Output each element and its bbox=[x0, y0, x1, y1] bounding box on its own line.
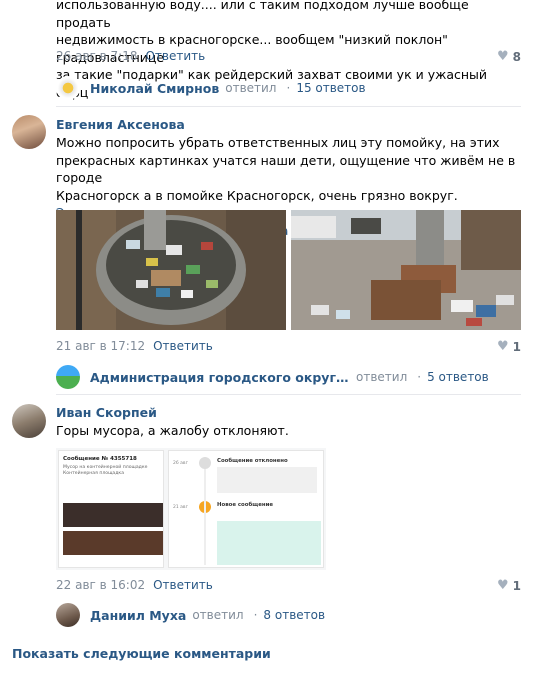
rejected-icon bbox=[199, 457, 211, 469]
like-count: 8 bbox=[512, 49, 521, 64]
heart-icon: ♥ bbox=[496, 339, 509, 354]
like-button[interactable]: ♥ 8 bbox=[497, 49, 521, 64]
doc-photo bbox=[63, 531, 163, 555]
reply-button[interactable]: Ответить bbox=[145, 49, 205, 63]
heart-icon: ♥ bbox=[496, 578, 509, 593]
divider bbox=[56, 106, 521, 107]
comment-meta: 21 авг в 17:12 Ответить bbox=[56, 339, 213, 353]
doc-subtitle: Мусор на контейнерной площадке Контейнер… bbox=[63, 465, 148, 476]
avatar[interactable] bbox=[12, 404, 46, 438]
thread-action: ответил bbox=[356, 370, 408, 384]
thread-action: ответил bbox=[225, 81, 277, 95]
avatar[interactable] bbox=[56, 76, 80, 100]
replies-thread[interactable]: Администрация городского округа Крас... … bbox=[56, 365, 489, 389]
reply-button[interactable]: Ответить bbox=[153, 339, 213, 353]
comment-author[interactable]: Иван Скорпей bbox=[56, 405, 157, 420]
timeline-date: 26 авг bbox=[173, 461, 188, 466]
comment-meta: 26 авг в 7:18 Ответить bbox=[56, 49, 205, 63]
comment-date[interactable]: 22 авг в 16:02 bbox=[56, 578, 145, 592]
like-button[interactable]: ♥ 1 bbox=[497, 578, 521, 593]
show-more-comments-button[interactable]: Показать следующие комментарии bbox=[12, 646, 271, 661]
comment-date[interactable]: 26 авг в 7:18 bbox=[56, 49, 137, 63]
comment-date[interactable]: 21 авг в 17:12 bbox=[56, 339, 145, 353]
thread-author[interactable]: Даниил Муха bbox=[90, 608, 186, 623]
doc-title: Сообщение № 4355718 bbox=[63, 456, 137, 462]
screenshot-attachment[interactable]: Сообщение № 4355718 Мусор на контейнерно… bbox=[56, 448, 326, 570]
separator-dot: · bbox=[417, 370, 422, 384]
comment-text: Горы мусора, а жалобу отклоняют. bbox=[56, 423, 289, 438]
comment-author[interactable]: Евгения Аксенова bbox=[56, 117, 185, 132]
avatar[interactable] bbox=[12, 115, 46, 149]
status-rejected: Сообщение отклонено bbox=[217, 458, 288, 464]
replies-thread[interactable]: Николай Смирнов ответил · 15 ответов bbox=[56, 76, 366, 100]
status-card bbox=[217, 467, 317, 493]
reply-button[interactable]: Ответить bbox=[153, 578, 213, 592]
thread-author[interactable]: Администрация городского округа Крас... bbox=[90, 370, 350, 385]
message-card bbox=[217, 521, 321, 565]
comment-meta: 22 авг в 16:02 Ответить bbox=[56, 578, 213, 592]
like-count: 1 bbox=[512, 578, 521, 593]
heart-icon: ♥ bbox=[496, 49, 509, 64]
divider bbox=[56, 394, 521, 395]
photo-trash-1[interactable] bbox=[56, 210, 286, 330]
doc-photo bbox=[63, 503, 163, 527]
replies-thread[interactable]: Даниил Муха ответил · 8 ответов bbox=[56, 603, 325, 627]
like-button[interactable]: ♥ 1 bbox=[497, 339, 521, 354]
doc-card: Сообщение № 4355718 Мусор на контейнерно… bbox=[58, 450, 164, 568]
timeline-date: 21 авг bbox=[173, 505, 188, 510]
timeline-line bbox=[204, 469, 206, 565]
like-count: 1 bbox=[512, 339, 521, 354]
thread-author[interactable]: Николай Смирнов bbox=[90, 81, 219, 96]
thread-count[interactable]: 15 ответов bbox=[296, 81, 365, 95]
thread-count[interactable]: 5 ответов bbox=[427, 370, 489, 384]
separator-dot: · bbox=[286, 81, 291, 95]
thread-action: ответил bbox=[192, 608, 244, 622]
separator-dot: · bbox=[253, 608, 258, 622]
thread-count[interactable]: 8 ответов bbox=[263, 608, 325, 622]
avatar[interactable] bbox=[56, 365, 80, 389]
timeline-panel: 26 авг Сообщение отклонено 21 авг Новое … bbox=[168, 450, 324, 568]
status-new: Новое сообщение bbox=[217, 502, 274, 508]
photo-trash-2[interactable] bbox=[291, 210, 521, 330]
avatar[interactable] bbox=[56, 603, 80, 627]
